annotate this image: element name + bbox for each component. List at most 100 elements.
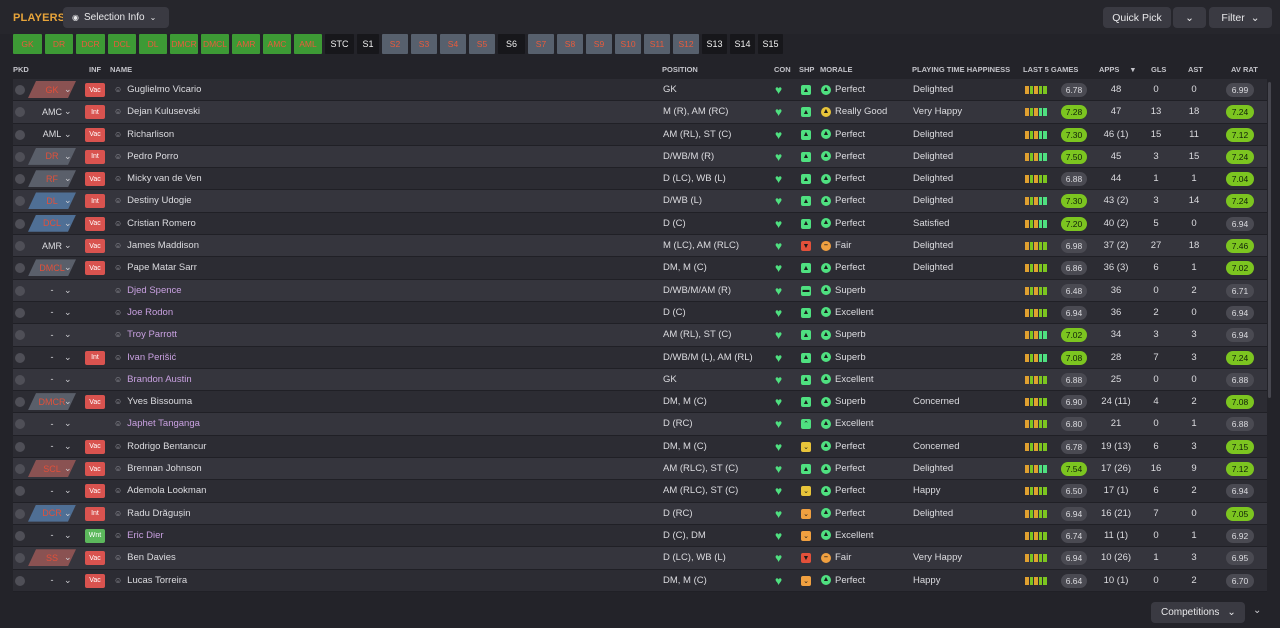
chevron-down-icon[interactable]: ⌄ bbox=[64, 129, 72, 140]
table-row[interactable]: - ⌄ Wnt ☺ Eric Dier D (C), DM ♥ ⌄ ▲ Excellent 6.74… bbox=[13, 524, 1267, 548]
select-checkbox[interactable] bbox=[15, 530, 25, 541]
select-checkbox[interactable] bbox=[15, 218, 25, 229]
chevron-down-icon[interactable]: ⌄ bbox=[64, 84, 72, 95]
chevron-down-icon[interactable]: ⌄ bbox=[64, 418, 72, 429]
select-checkbox[interactable] bbox=[15, 419, 25, 430]
player-name[interactable]: ☺ James Maddison bbox=[114, 240, 199, 251]
player-name[interactable]: ☺ Guglielmo Vicario bbox=[114, 84, 201, 95]
chevron-down-icon[interactable]: ⌄ bbox=[64, 552, 72, 563]
chevron-down-icon[interactable]: ⌄ bbox=[64, 396, 72, 407]
select-checkbox[interactable] bbox=[15, 486, 25, 497]
col-ast[interactable]: AST bbox=[1188, 65, 1203, 74]
position-button-s15[interactable]: S15 bbox=[758, 34, 783, 54]
player-name[interactable]: ☺ Pape Matar Sarr bbox=[114, 262, 197, 273]
select-checkbox[interactable] bbox=[15, 352, 25, 363]
chevron-down-icon[interactable]: ⌄ bbox=[64, 485, 72, 496]
select-checkbox[interactable] bbox=[15, 85, 25, 95]
select-checkbox[interactable] bbox=[15, 441, 25, 452]
select-checkbox[interactable] bbox=[15, 575, 25, 586]
position-button-dr[interactable]: DR bbox=[45, 34, 73, 54]
player-name[interactable]: ☺ Radu Drăgușin bbox=[114, 508, 191, 519]
select-checkbox[interactable] bbox=[15, 107, 25, 118]
position-button-s14[interactable]: S14 bbox=[730, 34, 755, 54]
player-name[interactable]: ☺ Richarlison bbox=[114, 129, 174, 140]
player-name[interactable]: ☺ Ben Davies bbox=[114, 552, 176, 563]
table-row[interactable]: GK ⌄ Vac ☺ Guglielmo Vicario GK ♥ ▲ ▲ Perfect Deli… bbox=[13, 79, 1267, 102]
player-name[interactable]: ☺ Djed Spence bbox=[114, 285, 182, 296]
chevron-down-icon[interactable]: ⌄ bbox=[64, 329, 72, 340]
chevron-down-icon[interactable]: ⌄ bbox=[64, 106, 72, 117]
col-position[interactable]: POSITION bbox=[662, 65, 698, 74]
position-button-gk[interactable]: GK bbox=[13, 34, 42, 54]
col-name[interactable]: NAME bbox=[110, 65, 132, 74]
position-button-s13[interactable]: S13 bbox=[702, 34, 727, 54]
chevron-down-icon[interactable]: ⌄ bbox=[64, 240, 72, 251]
player-name[interactable]: ☺ Brandon Austin bbox=[114, 374, 192, 385]
position-button-s11[interactable]: S11 bbox=[644, 34, 670, 54]
col-avrat[interactable]: AV RAT bbox=[1231, 65, 1258, 74]
table-row[interactable]: - ⌄ ☺ Joe Rodon D (C) ♥ ▲ ▲ Excellent 6.94 36 2 0 6.9… bbox=[13, 301, 1267, 325]
select-checkbox[interactable] bbox=[15, 307, 25, 318]
chevron-down-icon[interactable]: ⌄ bbox=[1253, 605, 1261, 616]
table-row[interactable]: - ⌄ Int ☺ Ivan Perišić D/WB/M (L), AM (RL) ♥ ▲ ▲… bbox=[13, 346, 1267, 369]
player-name[interactable]: ☺ Rodrigo Bentancur bbox=[114, 441, 206, 452]
player-name[interactable]: ☺ Joe Rodon bbox=[114, 307, 173, 318]
table-row[interactable]: DCL ⌄ Vac ☺ Cristian Romero D (C) ♥ ▲ ▲ Perfect Sa… bbox=[13, 212, 1267, 236]
col-gls[interactable]: GLS bbox=[1151, 65, 1166, 74]
selection-info-button[interactable]: ◉ Selection Info ⌄ bbox=[63, 7, 169, 28]
position-button-stc[interactable]: STC bbox=[325, 34, 354, 54]
position-button-dcl[interactable]: DCL bbox=[108, 34, 136, 54]
player-name[interactable]: ☺ Cristian Romero bbox=[114, 218, 196, 229]
col-playing-time[interactable]: PLAYING TIME HAPPINESS bbox=[912, 65, 1010, 74]
table-row[interactable]: DMCR ⌄ Vac ☺ Yves Bissouma DM, M (C) ♥ ▲ ▲ Superb… bbox=[13, 391, 1267, 414]
table-row[interactable]: SCL ⌄ Vac ☺ Brennan Johnson AM (RLC), ST (C) ♥… bbox=[13, 458, 1267, 481]
select-checkbox[interactable] bbox=[15, 285, 25, 296]
select-checkbox[interactable] bbox=[15, 129, 25, 140]
chevron-down-icon[interactable]: ⌄ bbox=[64, 151, 72, 162]
select-checkbox[interactable] bbox=[15, 508, 25, 519]
position-button-s1[interactable]: S1 bbox=[357, 34, 379, 54]
select-checkbox[interactable] bbox=[15, 263, 25, 274]
player-name[interactable]: ☺ Dejan Kulusevski bbox=[114, 106, 200, 117]
position-button-s12[interactable]: S12 bbox=[673, 34, 699, 54]
col-last5[interactable]: LAST 5 GAMES bbox=[1023, 65, 1078, 74]
player-name[interactable]: ☺ Ademola Lookman bbox=[114, 485, 206, 496]
col-apps[interactable]: APPS bbox=[1099, 65, 1119, 74]
chevron-down-icon[interactable]: ⌄ bbox=[64, 441, 72, 452]
table-row[interactable]: AMC ⌄ Int ☺ Dejan Kulusevski M (R), AM (RC) ♥ ▲… bbox=[13, 101, 1267, 124]
chevron-down-icon[interactable]: ⌄ bbox=[64, 530, 72, 541]
col-con[interactable]: CON bbox=[774, 65, 791, 74]
select-checkbox[interactable] bbox=[15, 196, 25, 207]
position-button-amc[interactable]: AMC bbox=[263, 34, 291, 54]
competitions-button[interactable]: Competitions ⌄ bbox=[1151, 602, 1245, 623]
position-button-s4[interactable]: S4 bbox=[440, 34, 466, 54]
col-inf[interactable]: INF bbox=[89, 65, 101, 74]
position-button-dmcr[interactable]: DMCR bbox=[170, 34, 198, 54]
player-name[interactable]: ☺ Lucas Torreira bbox=[114, 575, 187, 586]
position-button-s2[interactable]: S2 bbox=[382, 34, 408, 54]
position-button-s3[interactable]: S3 bbox=[411, 34, 437, 54]
chevron-down-icon[interactable]: ⌄ bbox=[64, 374, 72, 385]
quick-pick-dropdown[interactable]: ⌄ bbox=[1173, 7, 1206, 28]
table-row[interactable]: - ⌄ ☺ Japhet Tanganga D (RC) ♥ ⌃ ▲ Excellent 6.80… bbox=[13, 413, 1267, 436]
table-row[interactable]: DMCL ⌄ Vac ☺ Pape Matar Sarr DM, M (C) ♥ ▲ ▲ Perf… bbox=[13, 257, 1267, 280]
player-name[interactable]: ☺ Japhet Tanganga bbox=[114, 418, 200, 429]
select-checkbox[interactable] bbox=[15, 397, 25, 408]
table-row[interactable]: - ⌄ Vac ☺ Lucas Torreira DM, M (C) ♥ ⌄ ▲ Perfect H… bbox=[13, 569, 1267, 592]
player-name[interactable]: ☺ Micky van de Ven bbox=[114, 173, 202, 184]
chevron-down-icon[interactable]: ⌄ bbox=[64, 575, 72, 586]
position-button-s8[interactable]: S8 bbox=[557, 34, 583, 54]
select-checkbox[interactable] bbox=[15, 553, 25, 564]
position-button-s5[interactable]: S5 bbox=[469, 34, 495, 54]
position-button-amr[interactable]: AMR bbox=[232, 34, 260, 54]
select-checkbox[interactable] bbox=[15, 374, 25, 385]
table-row[interactable]: - ⌄ ☺ Troy Parrott AM (RL), ST (C) ♥ ▲ ▲ Superb 7… bbox=[13, 324, 1267, 347]
table-row[interactable]: - ⌄ Vac ☺ Ademola Lookman AM (RLC), ST (C) ♥ ⌄ ▲… bbox=[13, 480, 1267, 503]
select-checkbox[interactable] bbox=[15, 464, 25, 475]
position-button-dcr[interactable]: DCR bbox=[76, 34, 105, 54]
position-button-s7[interactable]: S7 bbox=[528, 34, 554, 54]
player-name[interactable]: ☺ Brennan Johnson bbox=[114, 463, 202, 474]
player-name[interactable]: ☺ Destiny Udogie bbox=[114, 195, 192, 206]
position-button-dl[interactable]: DL bbox=[139, 34, 167, 54]
table-row[interactable]: AMR ⌄ Vac ☺ James Maddison M (LC), AM (RLC) ♥ ▼… bbox=[13, 235, 1267, 258]
